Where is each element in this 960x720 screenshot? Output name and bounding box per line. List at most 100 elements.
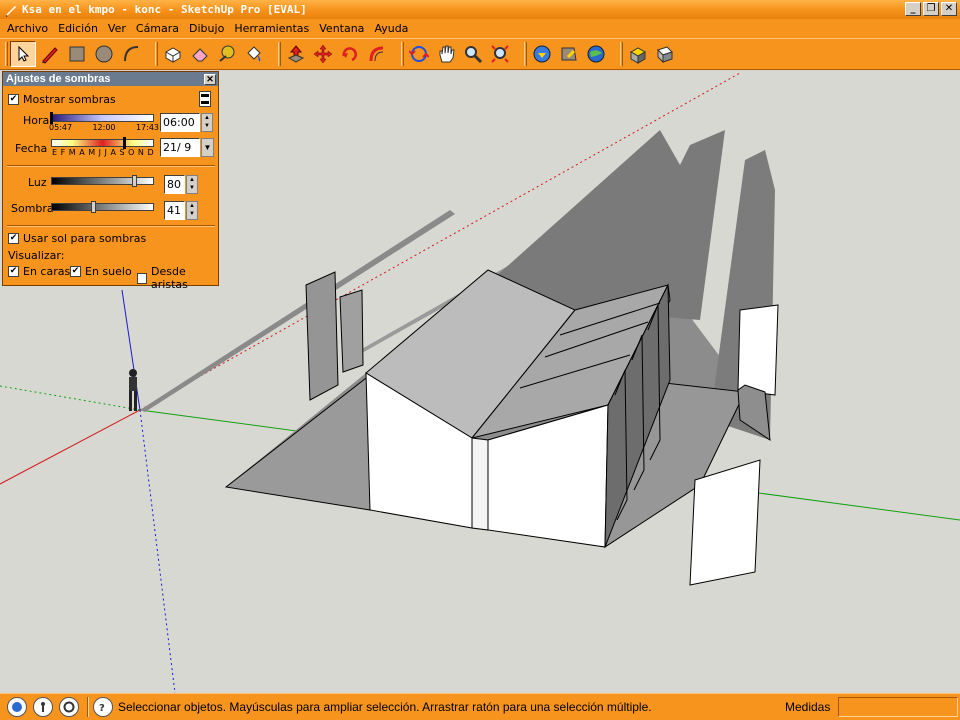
hora-tick-start: 05:47	[49, 123, 73, 132]
ground-plane-left	[224, 373, 371, 511]
en-suelo-label: En suelo	[85, 265, 132, 278]
standing-panel-1	[305, 271, 339, 401]
menu-dibujo[interactable]: Dibujo	[184, 22, 229, 35]
toolbar-grip-5[interactable]	[524, 42, 527, 66]
measure-input[interactable]	[838, 697, 958, 717]
visualizar-label: Visualizar:	[8, 249, 65, 262]
en-caras-checkbox[interactable]: ✔	[8, 266, 19, 277]
circle-icon[interactable]	[91, 41, 117, 67]
collapse-toggle-icon[interactable]	[199, 91, 211, 107]
green-axis-dotted	[0, 385, 141, 411]
menu-bar: Archivo Edición Ver Cámara Dibujo Herram…	[0, 19, 960, 38]
hora-input[interactable]: 06:00	[160, 113, 200, 132]
hora-slider[interactable]	[51, 114, 154, 122]
status-message: Seleccionar objetos. Mayúsculas para amp…	[118, 700, 652, 714]
blue-axis-dotted	[139, 409, 176, 693]
instructor-icon[interactable]: ?	[93, 697, 113, 717]
geo-location-icon[interactable]	[7, 697, 27, 717]
google-earth-icon[interactable]	[583, 41, 609, 67]
restore-button[interactable]: ❐	[923, 2, 939, 16]
use-sun-checkbox[interactable]: ✔	[8, 233, 19, 244]
tape-measure-icon[interactable]	[214, 41, 240, 67]
en-suelo-checkbox[interactable]: ✔	[70, 266, 81, 277]
rotate-icon[interactable]	[337, 41, 363, 67]
3d-warehouse-icon[interactable]	[652, 41, 678, 67]
desde-aristas-checkbox[interactable]	[137, 272, 148, 284]
eraser-icon[interactable]	[187, 41, 213, 67]
sombra-label: Sombra	[11, 202, 54, 215]
red-axis	[0, 409, 141, 485]
fecha-input[interactable]: 21/ 9	[160, 138, 200, 157]
pencil-icon[interactable]	[37, 41, 63, 67]
standing-panel-2	[339, 289, 364, 373]
measure-label: Medidas	[785, 700, 831, 714]
front-wall-middle	[471, 437, 489, 531]
make-component-icon[interactable]	[160, 41, 186, 67]
close-button[interactable]: ✕	[941, 2, 957, 16]
push-pull-icon[interactable]	[283, 41, 309, 67]
shadow-panel-close-button[interactable]: ✕	[204, 73, 216, 85]
use-sun-row[interactable]: ✔ Usar sol para sombras	[8, 232, 146, 245]
move-icon[interactable]	[310, 41, 336, 67]
show-shadows-checkbox[interactable]: ✔	[8, 94, 19, 105]
shadow-panel-title: Ajustes de sombras	[6, 73, 111, 85]
get-models-icon[interactable]	[529, 41, 555, 67]
sombra-slider[interactable]	[51, 203, 154, 211]
sombra-spinner[interactable]: ▲ ▼	[186, 201, 198, 220]
luz-slider[interactable]	[51, 177, 154, 185]
menu-camara[interactable]: Cámara	[131, 22, 184, 35]
credits-icon[interactable]	[33, 697, 53, 717]
sombra-slider-thumb[interactable]	[91, 201, 96, 213]
help-icon[interactable]	[59, 697, 79, 717]
status-divider	[87, 697, 89, 717]
shadow-panel-titlebar[interactable]: Ajustes de sombras ✕	[3, 72, 218, 86]
paint-bucket-icon[interactable]	[241, 41, 267, 67]
menu-ver[interactable]: Ver	[103, 22, 131, 35]
sombra-input[interactable]: 41	[164, 201, 185, 220]
hora-tick-mid: 12:00	[92, 123, 116, 132]
follow-me-icon[interactable]	[364, 41, 390, 67]
luz-slider-thumb[interactable]	[132, 175, 137, 187]
show-shadows-row[interactable]: ✔ Mostrar sombras	[8, 93, 116, 106]
sketchup-app-icon	[6, 5, 16, 17]
panel-front-right	[689, 459, 761, 586]
hora-spinner[interactable]: ▲ ▼	[201, 113, 213, 132]
luz-spinner[interactable]: ▲ ▼	[186, 175, 198, 194]
pan-icon[interactable]	[433, 41, 459, 67]
menu-ventana[interactable]: Ventana	[314, 22, 369, 35]
share-model-icon[interactable]	[556, 41, 582, 67]
fecha-calendar-button[interactable]: ▼	[201, 138, 214, 157]
menu-edicion[interactable]: Edición	[53, 22, 103, 35]
orbit-icon[interactable]	[406, 41, 432, 67]
select-icon[interactable]	[10, 41, 36, 67]
luz-input[interactable]: 80	[164, 175, 185, 194]
menu-ayuda[interactable]: Ayuda	[369, 22, 413, 35]
zoom-icon[interactable]	[460, 41, 486, 67]
desde-aristas-row[interactable]: Desde aristas	[137, 265, 218, 291]
minimize-button[interactable]: _	[905, 2, 921, 16]
components-icon[interactable]	[625, 41, 651, 67]
toolbar-grip-3[interactable]	[278, 42, 281, 66]
show-shadows-label: Mostrar sombras	[23, 93, 116, 106]
toolbar-grip-6[interactable]	[620, 42, 623, 66]
toolbar-grip-4[interactable]	[401, 42, 404, 66]
fecha-slider[interactable]	[51, 139, 154, 147]
use-sun-label: Usar sol para sombras	[23, 232, 147, 245]
menu-archivo[interactable]: Archivo	[2, 22, 53, 35]
arc-icon[interactable]	[118, 41, 144, 67]
svg-text:?: ?	[99, 703, 105, 713]
zoom-extents-icon[interactable]	[487, 41, 513, 67]
main-toolbar	[0, 38, 960, 70]
menu-herramientas[interactable]: Herramientas	[229, 22, 314, 35]
toolbar-grip-2[interactable]	[155, 42, 158, 66]
en-caras-row[interactable]: ✔ En caras	[8, 265, 70, 278]
desde-aristas-label: Desde aristas	[151, 265, 188, 291]
luz-label: Luz	[28, 176, 47, 189]
fecha-label: Fecha	[15, 142, 48, 155]
status-bar: ? Seleccionar objetos. Mayúsculas para a…	[0, 693, 960, 720]
person-figure	[129, 369, 137, 411]
rectangle-icon[interactable]	[64, 41, 90, 67]
title-bar: Ksa en el kmpo - konc - SketchUp Pro [EV…	[0, 0, 960, 19]
en-suelo-row[interactable]: ✔ En suelo	[70, 265, 132, 278]
toolbar-grip[interactable]	[5, 42, 8, 66]
